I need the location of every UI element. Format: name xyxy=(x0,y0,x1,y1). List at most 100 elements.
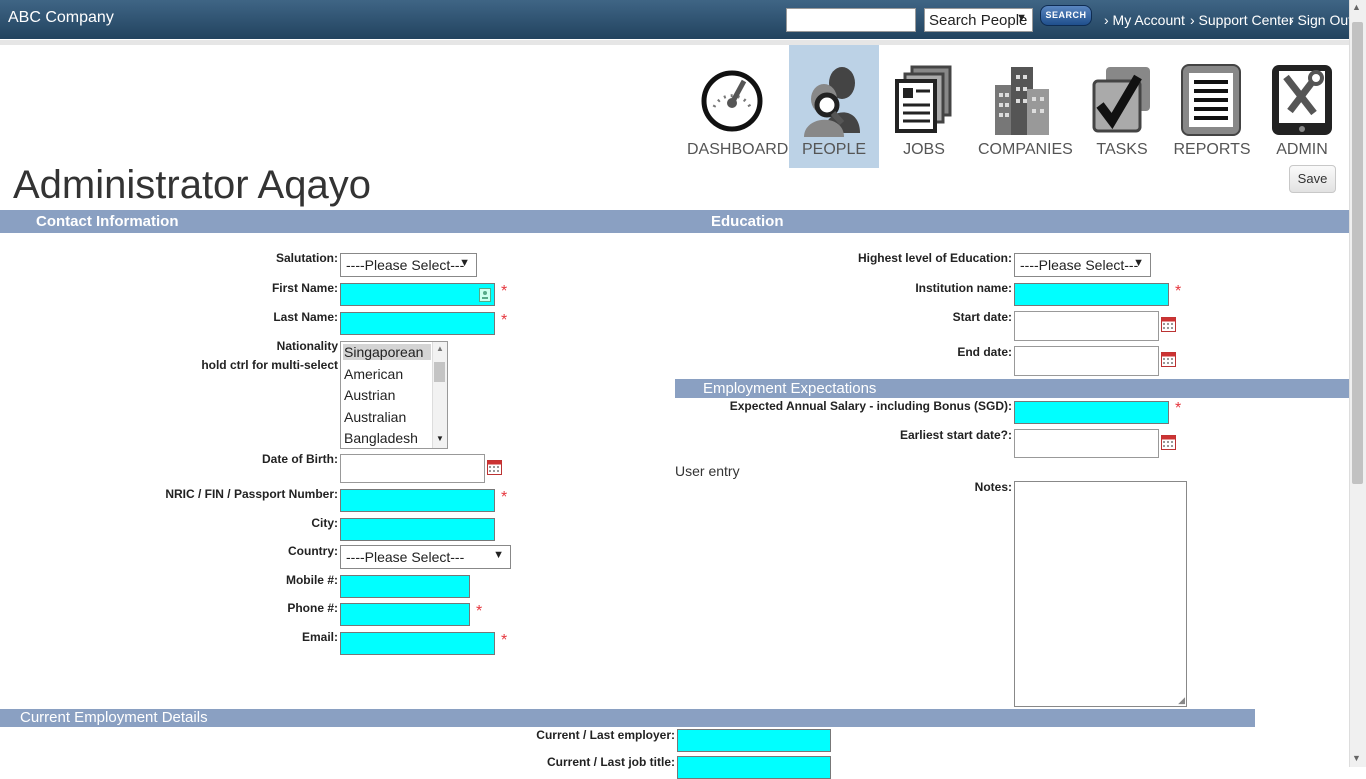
mobile-field[interactable] xyxy=(340,575,470,598)
country-value: ----Please Select--- xyxy=(346,549,465,565)
highest-education-label: Highest level of Education: xyxy=(857,251,1012,265)
contact-info-heading: Contact Information xyxy=(36,213,179,230)
end-date-label: End date: xyxy=(957,345,1012,359)
required-asterisk: * xyxy=(501,489,508,506)
required-asterisk: * xyxy=(476,603,483,620)
first-name-label: First Name: xyxy=(271,281,338,295)
required-asterisk: * xyxy=(1175,283,1182,300)
people-icon xyxy=(804,67,860,137)
nationality-listbox[interactable]: Singaporean American Austrian Australian… xyxy=(340,341,448,449)
first-name-field[interactable] xyxy=(340,283,495,306)
employment-heading: Current Employment Details xyxy=(20,709,208,726)
city-label: City: xyxy=(311,516,338,530)
salary-field[interactable] xyxy=(1014,401,1169,424)
email-label: Email: xyxy=(301,630,338,644)
search-scope-select[interactable]: Search People ▼ xyxy=(924,8,1033,32)
nric-field[interactable] xyxy=(340,489,495,512)
dob-field[interactable] xyxy=(340,454,485,483)
scroll-up-icon[interactable]: ▲ xyxy=(1352,2,1361,12)
nav-jobs[interactable]: JOBS xyxy=(879,45,969,168)
nav-tasks-label: TASKS xyxy=(1096,141,1148,158)
chevron-down-icon: ▼ xyxy=(1133,257,1144,269)
list-item[interactable]: Bangladesh xyxy=(343,430,431,446)
expectations-heading: Employment Expectations xyxy=(703,380,877,397)
list-item[interactable]: Australian xyxy=(343,409,431,425)
calendar-icon[interactable] xyxy=(1161,350,1176,367)
city-field[interactable] xyxy=(340,518,495,541)
earliest-start-field[interactable] xyxy=(1014,429,1159,458)
save-button[interactable]: Save xyxy=(1289,165,1336,193)
support-center-link[interactable]: › Support Center xyxy=(1190,12,1294,28)
job-title-field[interactable] xyxy=(677,756,831,779)
chevron-down-icon: ▼ xyxy=(493,549,504,561)
buildings-icon xyxy=(995,67,1049,135)
required-asterisk: * xyxy=(501,312,508,329)
calendar-icon[interactable] xyxy=(1161,315,1176,332)
search-input[interactable] xyxy=(786,8,916,32)
education-heading: Education xyxy=(711,213,784,230)
report-icon xyxy=(1181,64,1241,136)
nav-admin-label: ADMIN xyxy=(1276,141,1328,158)
scrollbar-thumb[interactable] xyxy=(1352,22,1363,484)
country-select[interactable]: ----Please Select--- ▼ xyxy=(340,545,511,569)
section-header-bar: Contact Information Education xyxy=(0,210,1349,233)
nav-reports[interactable]: REPORTS xyxy=(1167,45,1257,168)
mobile-label: Mobile #: xyxy=(285,573,338,587)
nav-admin[interactable]: ADMIN xyxy=(1257,45,1347,168)
last-name-field[interactable] xyxy=(340,312,495,335)
institution-field[interactable] xyxy=(1014,283,1169,306)
required-asterisk: * xyxy=(501,632,508,649)
sign-out-link[interactable]: › Sign Out xyxy=(1289,12,1352,28)
list-item[interactable]: Singaporean xyxy=(343,344,431,360)
nav-people[interactable]: PEOPLE xyxy=(789,45,879,168)
employment-header: Current Employment Details xyxy=(0,709,1255,727)
user-entry-heading: User entry xyxy=(675,463,740,479)
calendar-icon[interactable] xyxy=(487,458,502,475)
country-label: Country: xyxy=(288,544,338,558)
nric-label: NRIC / FIN / Passport Number: xyxy=(165,487,338,501)
phone-field[interactable] xyxy=(340,603,470,626)
nav-tasks[interactable]: TASKS xyxy=(1077,45,1167,168)
gauge-icon xyxy=(701,70,763,132)
email-field[interactable] xyxy=(340,632,495,655)
salutation-select[interactable]: ----Please Select--- ▼ xyxy=(340,253,477,277)
dob-label: Date of Birth: xyxy=(262,452,338,466)
scroll-up-icon[interactable]: ▲ xyxy=(436,344,444,353)
employer-label: Current / Last employer: xyxy=(536,728,675,742)
expectations-header: Employment Expectations xyxy=(675,379,1349,398)
resume-stack-icon xyxy=(895,65,952,133)
notes-textarea[interactable]: ◢ xyxy=(1014,481,1187,707)
nav-people-label: PEOPLE xyxy=(801,141,867,158)
highest-education-select[interactable]: ----Please Select--- ▼ xyxy=(1014,253,1151,277)
employer-field[interactable] xyxy=(677,729,831,752)
scrollbar-thumb[interactable] xyxy=(434,362,445,382)
listbox-scrollbar[interactable]: ▲ ▼ xyxy=(432,342,447,448)
search-scope-value: Search People xyxy=(929,12,1028,29)
required-asterisk: * xyxy=(501,283,508,300)
highest-education-value: ----Please Select--- xyxy=(1020,257,1139,273)
list-item[interactable]: Austrian xyxy=(343,387,431,403)
nav-jobs-label: JOBS xyxy=(903,141,945,158)
scroll-down-icon[interactable]: ▼ xyxy=(1352,753,1361,763)
nav-dashboard[interactable]: DASHBOARD xyxy=(687,45,789,168)
search-button[interactable]: SEARCH xyxy=(1040,5,1092,26)
my-account-link[interactable]: › My Account xyxy=(1104,12,1185,28)
brand-name: ABC Company xyxy=(8,9,114,26)
nav-companies[interactable]: COMPANIES xyxy=(978,45,1073,168)
salutation-value: ----Please Select--- xyxy=(346,257,465,273)
chevron-down-icon: ▼ xyxy=(459,257,470,269)
list-item[interactable]: American xyxy=(343,366,431,382)
resize-handle-icon[interactable]: ◢ xyxy=(1178,695,1185,706)
nav-dashboard-label: DASHBOARD xyxy=(687,141,789,158)
tools-icon xyxy=(1272,65,1332,135)
calendar-icon[interactable] xyxy=(1161,433,1176,450)
scroll-down-icon[interactable]: ▼ xyxy=(436,434,444,443)
start-date-label: Start date: xyxy=(952,310,1012,324)
start-date-field[interactable] xyxy=(1014,311,1159,341)
nationality-hint: hold ctrl for multi-select xyxy=(201,358,338,372)
chevron-down-icon: ▼ xyxy=(1016,12,1027,24)
end-date-field[interactable] xyxy=(1014,346,1159,376)
required-asterisk: * xyxy=(1175,400,1182,417)
notes-label: Notes: xyxy=(974,480,1012,494)
salutation-label: Salutation: xyxy=(276,251,338,265)
